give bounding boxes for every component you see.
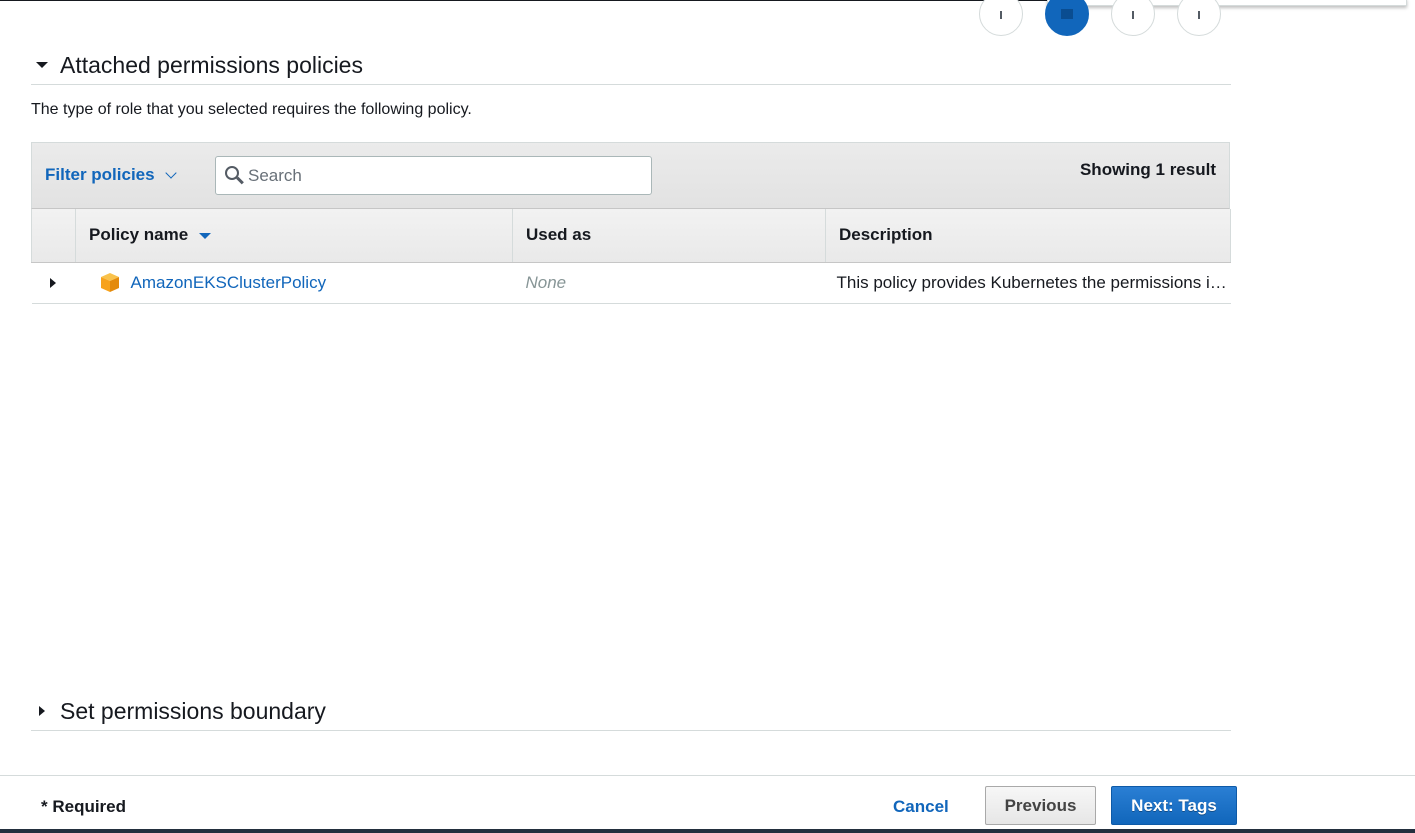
- table-header-row: Policy name Used as Description: [31, 209, 1231, 263]
- managed-policy-cube-icon: [100, 272, 119, 292]
- sort-desc-icon[interactable]: [199, 232, 212, 239]
- caret-down-icon: [31, 62, 53, 68]
- expand-row-icon[interactable]: [49, 277, 56, 288]
- table-toolbar: Filter policies Showing 1 result: [31, 143, 1230, 209]
- column-label-policy-name: Policy name: [89, 225, 189, 245]
- policies-grid: Policy name Used as Description AmazonEK…: [31, 209, 1231, 304]
- column-header-policy-name[interactable]: Policy name: [75, 209, 513, 263]
- next-tags-button[interactable]: Next: Tags: [1111, 786, 1237, 825]
- required-note: * Required: [41, 797, 127, 816]
- description-cell: This policy provides Kubernetes the perm…: [836, 272, 1231, 292]
- step-1-circle[interactable]: [979, 0, 1023, 36]
- previous-button[interactable]: Previous: [985, 786, 1096, 825]
- overlay-panel-edge: [1047, 0, 1407, 6]
- bottom-bar: [0, 829, 1415, 833]
- search-icon: [216, 156, 248, 195]
- filter-policies-label: Filter policies: [45, 165, 155, 184]
- wizard-footer: * Required Cancel Previous Next: Tags: [0, 775, 1415, 833]
- result-count: Showing 1 result: [1079, 160, 1216, 179]
- expand-cell: [32, 262, 76, 303]
- page: Attached permissions policies The type o…: [0, 0, 1415, 833]
- policy-name-link[interactable]: AmazonEKSClusterPolicy: [131, 273, 327, 293]
- filter-policies-button[interactable]: Filter policies: [45, 165, 177, 185]
- step-3-circle[interactable]: [1111, 0, 1155, 36]
- policies-table: Filter policies Showing 1 result: [31, 142, 1231, 304]
- policy-name-cell: AmazonEKSClusterPolicy: [76, 262, 513, 303]
- cancel-link[interactable]: Cancel: [893, 797, 949, 817]
- attached-policies-intro: The type of role that you selected requi…: [31, 101, 472, 118]
- step-2-circle[interactable]: [1045, 0, 1089, 36]
- column-label-description: Description: [839, 225, 933, 245]
- permissions-boundary-header[interactable]: Set permissions boundary: [31, 692, 1231, 731]
- attached-policies-header[interactable]: Attached permissions policies: [31, 46, 1231, 85]
- chevron-down-icon: [164, 167, 177, 179]
- caret-right-icon: [31, 706, 53, 716]
- attached-policies-title: Attached permissions policies: [60, 51, 363, 78]
- column-header-used-as[interactable]: Used as: [512, 209, 826, 263]
- search-input[interactable]: [248, 165, 638, 186]
- column-label-used-as: Used as: [526, 225, 592, 245]
- table-row[interactable]: AmazonEKSClusterPolicy None This policy …: [31, 262, 1231, 303]
- expand-column-header: [31, 209, 76, 263]
- used-as-cell: None: [525, 272, 567, 292]
- step-4-circle[interactable]: [1177, 0, 1221, 36]
- search-box[interactable]: [215, 156, 652, 195]
- permissions-boundary-title: Set permissions boundary: [60, 697, 326, 724]
- column-header-description[interactable]: Description: [825, 209, 1231, 263]
- top-divider: [0, 0, 1047, 1]
